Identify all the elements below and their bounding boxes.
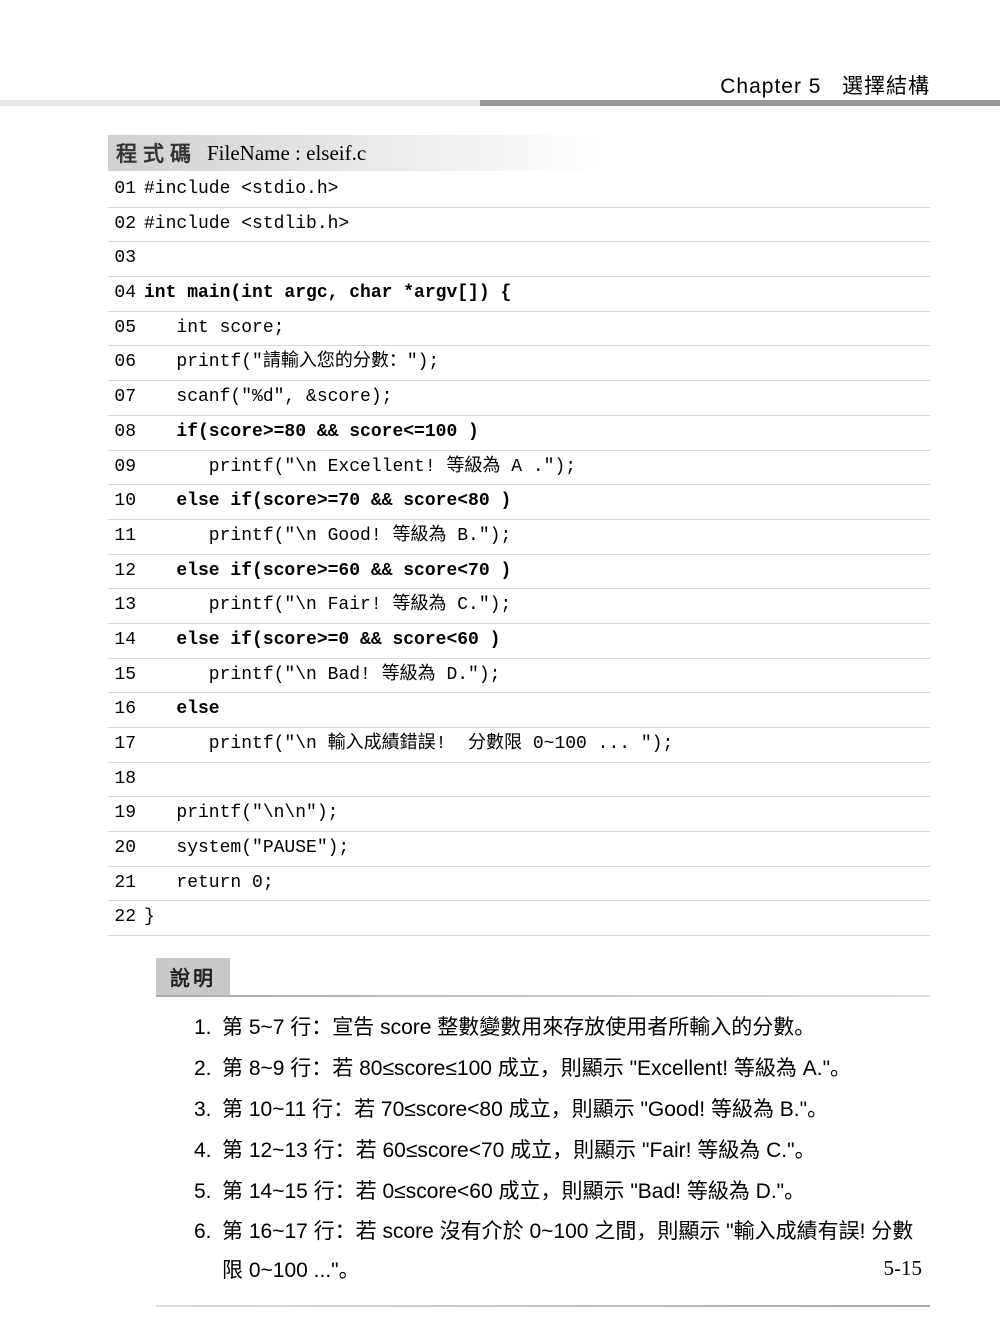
line-code: printf("\n\n"); [144, 799, 338, 829]
line-code: printf("\n Bad! 等級為 D."); [144, 661, 500, 691]
code-line: 03 [108, 242, 930, 277]
code-line: 09 printf("\n Excellent! 等級為 A ."); [108, 451, 930, 486]
explain-item-text: 第 16~17 行：若 score 沒有介於 0~100 之間，則顯示 "輸入成… [222, 1213, 930, 1291]
code-block: 01#include <stdio.h>02#include <stdlib.h… [108, 173, 930, 936]
line-number: 19 [108, 799, 144, 829]
line-code: printf("\n Good! 等級為 B."); [144, 522, 511, 552]
code-line: 01#include <stdio.h> [108, 173, 930, 208]
line-code: scanf("%d", &score); [144, 383, 392, 413]
code-line: 15 printf("\n Bad! 等級為 D."); [108, 659, 930, 694]
explain-divider-top [156, 995, 930, 997]
code-header: 程式碼 FileName : elseif.c [108, 135, 930, 171]
line-code: if(score>=80 && score<=100 ) [144, 418, 479, 448]
main-content: 程式碼 FileName : elseif.c 01#include <stdi… [108, 135, 930, 1307]
line-number: 03 [108, 244, 144, 274]
chapter-label: Chapter 5 [720, 75, 821, 98]
code-line: 12 else if(score>=60 && score<70 ) [108, 555, 930, 590]
line-number: 20 [108, 834, 144, 864]
line-code: } [144, 903, 155, 933]
line-code: else [144, 695, 220, 725]
explain-item-number: 5. [194, 1173, 222, 1212]
line-number: 17 [108, 730, 144, 760]
explain-item-text: 第 10~11 行：若 70≤score<80 成立，則顯示 "Good! 等級… [222, 1091, 930, 1130]
line-number: 11 [108, 522, 144, 552]
code-line: 16 else [108, 693, 930, 728]
line-code: return 0; [144, 869, 274, 899]
line-code: else if(score>=60 && score<70 ) [144, 557, 511, 587]
code-line: 13 printf("\n Fair! 等級為 C."); [108, 589, 930, 624]
explain-item: 4.第 12~13 行：若 60≤score<70 成立，則顯示 "Fair! … [194, 1132, 930, 1171]
explain-item: 3.第 10~11 行：若 70≤score<80 成立，則顯示 "Good! … [194, 1091, 930, 1130]
code-line: 02#include <stdlib.h> [108, 208, 930, 243]
chapter-title: 選擇結構 [842, 75, 930, 98]
explain-item-number: 3. [194, 1091, 222, 1130]
page-header: Chapter 5 選擇結構 [720, 70, 930, 100]
explain-item-text: 第 12~13 行：若 60≤score<70 成立，則顯示 "Fair! 等級… [222, 1132, 930, 1171]
explain-item: 5.第 14~15 行：若 0≤score<60 成立，則顯示 "Bad! 等級… [194, 1173, 930, 1212]
code-line: 22} [108, 901, 930, 936]
code-line: 19 printf("\n\n"); [108, 797, 930, 832]
line-number: 13 [108, 591, 144, 621]
explain-item: 1.第 5~7 行：宣告 score 整數變數用來存放使用者所輸入的分數。 [194, 1009, 930, 1048]
code-line: 04int main(int argc, char *argv[]) { [108, 277, 930, 312]
line-number: 02 [108, 210, 144, 240]
explain-item-text: 第 5~7 行：宣告 score 整數變數用來存放使用者所輸入的分數。 [222, 1009, 930, 1048]
explain-item: 2.第 8~9 行：若 80≤score≤100 成立，則顯示 "Excelle… [194, 1050, 930, 1089]
explain-item-text: 第 8~9 行：若 80≤score≤100 成立，則顯示 "Excellent… [222, 1050, 930, 1089]
explain-item-number: 1. [194, 1009, 222, 1048]
line-number: 10 [108, 487, 144, 517]
line-code: else if(score>=70 && score<80 ) [144, 487, 511, 517]
line-number: 22 [108, 903, 144, 933]
line-number: 12 [108, 557, 144, 587]
code-line: 05 int score; [108, 312, 930, 347]
code-label: 程式碼 [108, 138, 197, 168]
explain-header: 說明 [156, 958, 230, 995]
line-number: 14 [108, 626, 144, 656]
explain-item: 6.第 16~17 行：若 score 沒有介於 0~100 之間，則顯示 "輸… [194, 1213, 930, 1291]
line-code: printf("\n Excellent! 等級為 A ."); [144, 453, 576, 483]
code-line: 17 printf("\n 輸入成績錯誤! 分數限 0~100 ... "); [108, 728, 930, 763]
code-line: 18 [108, 763, 930, 798]
line-code: printf("\n 輸入成績錯誤! 分數限 0~100 ... "); [144, 730, 673, 760]
code-line: 21 return 0; [108, 867, 930, 902]
filename-label: FileName : elseif.c [207, 141, 366, 166]
code-line: 10 else if(score>=70 && score<80 ) [108, 485, 930, 520]
line-code: printf("\n Fair! 等級為 C."); [144, 591, 511, 621]
code-line: 14 else if(score>=0 && score<60 ) [108, 624, 930, 659]
explain-divider-bottom [156, 1305, 930, 1307]
line-number: 18 [108, 765, 144, 795]
code-line: 06 printf("請輸入您的分數："); [108, 346, 930, 381]
header-divider [0, 100, 1000, 106]
line-number: 06 [108, 348, 144, 378]
line-number: 21 [108, 869, 144, 899]
line-code: printf("請輸入您的分數："); [144, 348, 439, 378]
line-number: 16 [108, 695, 144, 725]
line-code: system("PAUSE"); [144, 834, 349, 864]
line-number: 07 [108, 383, 144, 413]
explain-item-number: 6. [194, 1213, 222, 1291]
explain-item-number: 4. [194, 1132, 222, 1171]
line-code: int score; [144, 314, 284, 344]
line-number: 08 [108, 418, 144, 448]
line-number: 05 [108, 314, 144, 344]
explain-list: 1.第 5~7 行：宣告 score 整數變數用來存放使用者所輸入的分數。2.第… [156, 1009, 930, 1291]
explain-item-number: 2. [194, 1050, 222, 1089]
line-number: 15 [108, 661, 144, 691]
line-code: int main(int argc, char *argv[]) { [144, 279, 511, 309]
line-number: 01 [108, 175, 144, 205]
page-number: 5-15 [884, 1256, 923, 1281]
code-line: 07 scanf("%d", &score); [108, 381, 930, 416]
line-code: #include <stdlib.h> [144, 210, 349, 240]
line-number: 09 [108, 453, 144, 483]
code-line: 11 printf("\n Good! 等級為 B."); [108, 520, 930, 555]
line-code: #include <stdio.h> [144, 175, 338, 205]
line-number: 04 [108, 279, 144, 309]
code-line: 20 system("PAUSE"); [108, 832, 930, 867]
explain-section: 說明 1.第 5~7 行：宣告 score 整數變數用來存放使用者所輸入的分數。… [156, 958, 930, 1307]
line-code: else if(score>=0 && score<60 ) [144, 626, 500, 656]
explain-item-text: 第 14~15 行：若 0≤score<60 成立，則顯示 "Bad! 等級為 … [222, 1173, 930, 1212]
code-line: 08 if(score>=80 && score<=100 ) [108, 416, 930, 451]
